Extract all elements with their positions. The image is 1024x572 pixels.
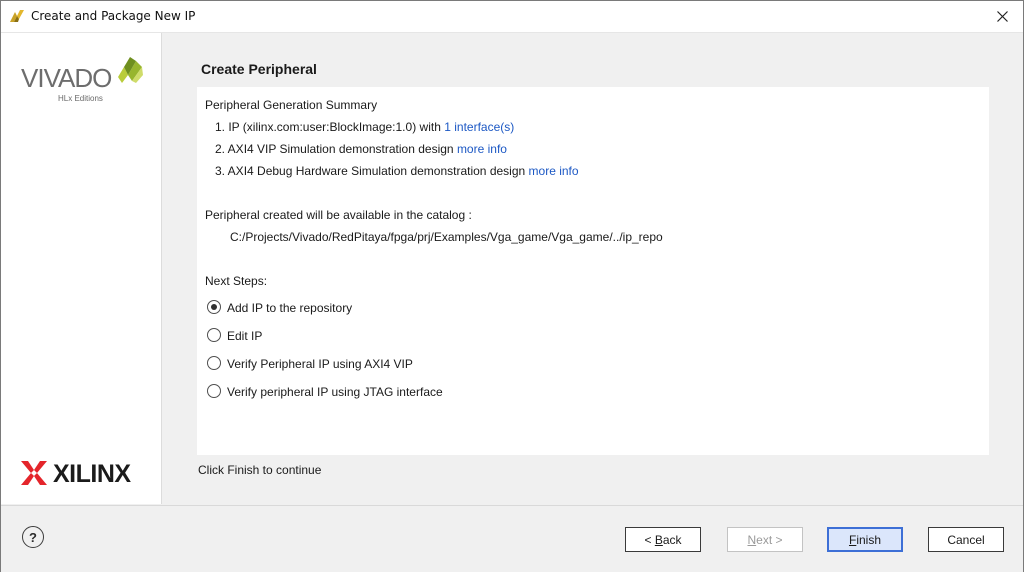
xilinx-logo-text: XILINX: [53, 460, 131, 488]
back-button[interactable]: < Back: [625, 527, 701, 552]
summary-item: 2. AXI4 VIP Simulation demonstration des…: [215, 142, 507, 156]
close-icon: [996, 11, 1008, 22]
help-icon: ?: [29, 529, 37, 545]
content-area: Create Peripheral Peripheral Generation …: [162, 33, 1023, 504]
option-label: Edit IP: [227, 329, 263, 343]
finish-button-mnemonic: F: [848, 532, 857, 547]
option-label: Verify peripheral IP using JTAG interfac…: [227, 385, 443, 399]
summary-item: 1. IP (xilinx.com:user:BlockImage:1.0) w…: [215, 120, 514, 134]
cancel-button-label: Cancel: [947, 532, 985, 547]
option-label: Verify Peripheral IP using AXI4 VIP: [227, 357, 413, 371]
vivado-leaf-icon: [118, 57, 143, 83]
radio-button[interactable]: [207, 300, 221, 314]
close-button[interactable]: [985, 1, 1019, 32]
catalog-path: C:/Projects/Vivado/RedPitaya/fpga/prj/Ex…: [230, 230, 663, 244]
radio-button[interactable]: [207, 328, 221, 342]
next-button[interactable]: Next >: [727, 527, 803, 552]
summary-item-text: 3. AXI4 Debug Hardware Simulation demons…: [215, 164, 526, 178]
window-title: Create and Package New IP: [31, 9, 196, 23]
help-button[interactable]: ?: [22, 526, 44, 548]
brand-panel: VIVADO HLx Editions XILINX: [1, 33, 162, 504]
catalog-label: Peripheral created will be available in …: [205, 208, 472, 222]
finish-button[interactable]: Finish: [827, 527, 903, 552]
page-title: Create Peripheral: [201, 61, 317, 77]
xilinx-mark-icon: [21, 461, 47, 485]
summary-panel: Peripheral Generation Summary 1. IP (xil…: [197, 87, 989, 455]
cancel-button[interactable]: Cancel: [928, 527, 1004, 552]
debug-more-info-link[interactable]: more info: [529, 164, 579, 178]
radio-button[interactable]: [207, 356, 221, 370]
next-steps-label: Next Steps:: [205, 274, 268, 288]
summary-item: 3. AXI4 Debug Hardware Simulation demons…: [215, 164, 579, 178]
vivado-app-icon: [10, 10, 24, 22]
footer-hint: Click Finish to continue: [198, 463, 322, 477]
back-button-prefix: <: [644, 532, 655, 547]
vivado-logo: VIVADO HLx Editions: [21, 55, 146, 110]
finish-button-label: inish: [856, 532, 882, 547]
summary-item-text: 2. AXI4 VIP Simulation demonstration des…: [215, 142, 454, 156]
title-bar: Create and Package New IP: [1, 1, 1023, 33]
back-button-mnemonic: B: [654, 532, 663, 547]
vivado-edition-text: HLx Editions: [58, 94, 103, 103]
vip-more-info-link[interactable]: more info: [457, 142, 507, 156]
interfaces-link[interactable]: 1 interface(s): [444, 120, 514, 134]
vivado-logo-text: VIVADO: [21, 63, 112, 93]
button-bar: ? < Back Next > Finish Cancel: [1, 505, 1023, 572]
back-button-label: ack: [662, 532, 682, 547]
radio-button[interactable]: [207, 384, 221, 398]
summary-heading: Peripheral Generation Summary: [205, 98, 378, 112]
summary-item-text: 1. IP (xilinx.com:user:BlockImage:1.0) w…: [215, 120, 441, 134]
xilinx-logo: XILINX: [21, 459, 146, 488]
next-button-mnemonic: N: [747, 532, 757, 547]
next-button-label: ext >: [756, 532, 783, 547]
option-label: Add IP to the repository: [227, 301, 353, 315]
dialog-window: Create and Package New IP VIVADO HLx Edi…: [0, 0, 1024, 572]
